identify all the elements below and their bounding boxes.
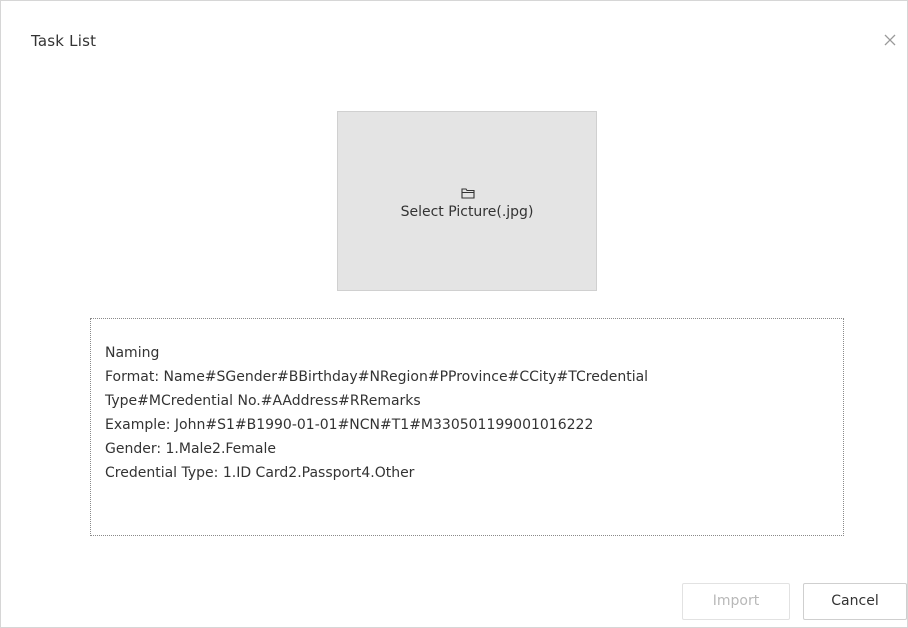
cancel-button[interactable]: Cancel [803,583,907,620]
close-button[interactable] [879,29,901,51]
naming-format-continued-line: Type#MCredential No.#AAddress#RRemarks [105,393,421,409]
naming-example-line: Example: John#S1#B1990-01-01#NCN#T1#M330… [105,417,594,433]
naming-heading: Naming [105,345,160,361]
dialog-title: Task List [31,32,97,50]
folder-icon [461,184,475,199]
task-list-dialog: Task List Select Picture(.jpg) Naming Fo… [0,0,908,628]
naming-format-line: Format: Name#SGender#BBirthday#NRegion#P… [105,369,649,385]
gender-codes-line: Gender: 1.Male2.Female [105,441,277,457]
import-button[interactable]: Import [682,583,790,620]
select-picture-button[interactable]: Select Picture(.jpg) [337,111,597,291]
select-picture-label: Select Picture(.jpg) [400,204,534,220]
close-icon [879,29,901,51]
naming-instructions-box: Naming Format: Name#SGender#BBirthday#NR… [90,318,844,536]
credential-type-codes-line: Credential Type: 1.ID Card2.Passport4.Ot… [105,465,415,481]
